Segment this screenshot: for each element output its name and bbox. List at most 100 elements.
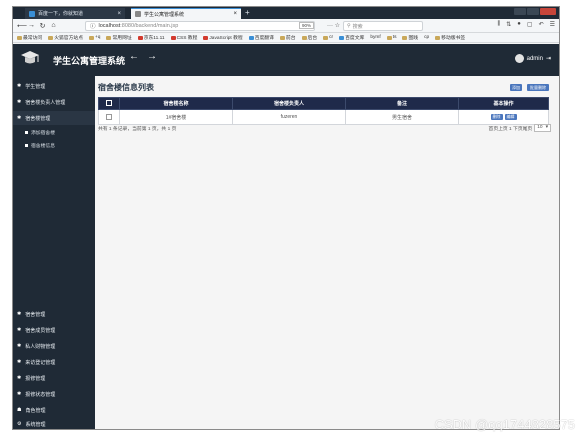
select-all-cell[interactable]: [98, 97, 120, 110]
delete-button[interactable]: 删除: [490, 114, 503, 120]
screenshot-icon[interactable]: ▢: [527, 21, 533, 28]
sidebar-item-dorms[interactable]: ✱ 宿舍管理: [13, 307, 95, 321]
bookmark-item[interactable]: CSS 教程: [170, 34, 198, 41]
sidebar-item-label: 私人财物管理: [25, 343, 56, 350]
back-icon[interactable]: ⟵: [17, 22, 27, 30]
library-icon[interactable]: ⫼: [497, 21, 500, 28]
tab-app[interactable]: 学生公寓管理系统 ×: [131, 8, 241, 19]
bookmark-item[interactable]: 常用网址: [106, 34, 132, 41]
page-size-select[interactable]: 10 ▾: [534, 124, 551, 132]
sidebar-item-repair-status[interactable]: ✱ 报修状态管理: [13, 387, 95, 401]
sidebar-item-building-managers[interactable]: ✱ 宿舍楼负责人管理: [13, 95, 95, 109]
sidebar-sub-building-info[interactable]: 宿舍楼信息: [13, 139, 95, 151]
forward-arrow-icon[interactable]: →: [147, 51, 157, 62]
w3-icon: [203, 35, 209, 40]
bookmark-item[interactable]: JavaScript 教程: [203, 34, 243, 41]
sidebar-item-label: 学生管理: [25, 83, 46, 90]
bookmark-label: 百度文库: [345, 36, 365, 41]
bookmark-label: CSS 教程: [176, 36, 198, 41]
star-icon: ✱: [17, 99, 22, 105]
bookmark-item[interactable]: 前台: [279, 34, 296, 41]
window-controls: [514, 8, 556, 15]
folder-icon: [48, 35, 54, 40]
sidebar-item-property[interactable]: ✱ 私人财物管理: [13, 339, 95, 353]
edit-button[interactable]: 编辑: [504, 114, 517, 120]
logout-icon[interactable]: ⇥: [546, 55, 551, 62]
table-header-row: 宿舍楼名称 宿舍楼负责人 备注 基本操作: [98, 97, 549, 110]
search-input[interactable]: ⚲ 搜索: [343, 21, 423, 31]
menu-icon[interactable]: ☰: [550, 21, 555, 28]
history-nav: ← →: [129, 51, 157, 62]
bookmark-item[interactable]: ts: [386, 35, 396, 40]
bookmark-label: 移动版书签: [441, 36, 466, 41]
page-icon: [135, 11, 141, 17]
close-tab-icon[interactable]: ×: [117, 11, 121, 17]
home-icon[interactable]: ⌂: [50, 22, 57, 29]
row-select-cell[interactable]: [98, 109, 120, 125]
sidebar-item-repairs[interactable]: ✱ 报修管理: [13, 371, 95, 385]
close-tab-icon[interactable]: ×: [233, 11, 237, 17]
building-manager: fuzeren: [232, 109, 346, 125]
sidebar-item-visitors[interactable]: ✱ 来访登记管理: [13, 355, 95, 369]
select-all-checkbox[interactable]: [106, 100, 112, 107]
tab-baidu[interactable]: 百度一下，你就知道 ×: [25, 8, 125, 19]
bookmarks-bar: 最常访问 火狐官方站点 +q 常用网址 京东11.11 CSS 教程 JavaS…: [13, 33, 559, 43]
new-tab-button[interactable]: +: [245, 8, 250, 18]
bookmark-item[interactable]: 火狐官方站点: [48, 34, 83, 41]
star-icon: ✱: [17, 83, 22, 89]
bookmark-item[interactable]: +q: [89, 35, 100, 40]
pager-links[interactable]: 首页上页 1 下页尾页: [489, 125, 533, 132]
sidebar-item-students[interactable]: ✱ 学生管理: [13, 79, 95, 93]
address-bar[interactable]: ⓘ localhost:8080/backend/main.jsp: [85, 21, 315, 31]
sidebar-item-system[interactable]: ⚙ 系统管理: [13, 417, 95, 429]
bookmark-item[interactable]: 图践: [402, 34, 418, 41]
main-content: 宿舍楼信息列表 添加 批量删除 宿舍楼名称 宿舍楼负责人 备注 基本操作 1#宿…: [95, 76, 559, 429]
bookmark-item[interactable]: 百度文库: [339, 34, 364, 41]
sidebar-item-roles[interactable]: ☗ 角色管理: [13, 403, 95, 417]
building-note: 男生宿舍: [345, 109, 459, 125]
watermark: CSDN @qq1744828575: [434, 417, 575, 432]
bookmark-item[interactable]: cp: [424, 35, 429, 40]
nav-bar: ⟵ → ↻ ⌂ ⓘ localhost:8080/backend/main.js…: [13, 19, 559, 33]
zoom-level[interactable]: 90%: [299, 22, 315, 29]
bookmark-item[interactable]: cr: [323, 35, 333, 40]
sidebar-item-buildings[interactable]: ✱ 宿舍楼管理: [13, 111, 95, 125]
undo-icon[interactable]: ↶: [539, 21, 544, 28]
minimize-button[interactable]: [514, 8, 526, 15]
sidebar-item-label: 来访登记管理: [25, 359, 56, 366]
bookmark-label: 最常访问: [23, 36, 43, 41]
building-name: 1#宿舍楼: [119, 109, 233, 125]
gear-icon: [17, 35, 22, 40]
bookmark-item[interactable]: bymf: [370, 35, 380, 40]
column-header: 宿舍楼负责人: [232, 97, 346, 110]
page-actions[interactable]: ··· ☆: [327, 22, 340, 29]
search-placeholder: 搜索: [352, 23, 363, 30]
maximize-button[interactable]: [527, 8, 539, 15]
row-checkbox[interactable]: [106, 113, 112, 120]
bookmark-icon: [279, 35, 285, 40]
chat-icon[interactable]: ●: [517, 21, 521, 28]
sidebar-item-label: 报修管理: [25, 375, 46, 382]
user-menu[interactable]: admin ⇥: [514, 54, 551, 63]
sidebar-sub-add-building[interactable]: 添加宿舍楼: [13, 126, 95, 138]
bullet-icon: [25, 143, 28, 147]
forward-icon[interactable]: →: [28, 22, 35, 29]
bulk-delete-button[interactable]: 批量删除: [527, 84, 549, 91]
username: admin: [526, 55, 543, 62]
bookmark-item[interactable]: 移动版书签: [435, 34, 465, 41]
bookmark-item[interactable]: 京东11.11: [137, 34, 165, 41]
reload-icon[interactable]: ↻: [39, 22, 46, 30]
add-button[interactable]: 添加: [510, 84, 522, 91]
close-window-button[interactable]: [540, 8, 556, 15]
sidebar-item-members[interactable]: ✱ 宿舍成员管理: [13, 323, 95, 337]
sync-icon[interactable]: ⇅: [506, 21, 511, 28]
bookmark-item[interactable]: 最常访问: [17, 34, 42, 41]
page-size-value: 10: [537, 125, 543, 130]
page-title: 宿舍楼信息列表: [98, 83, 154, 92]
bookmark-item[interactable]: 后台: [301, 34, 317, 41]
bookmark-label: 前台: [285, 36, 296, 41]
chevron-down-icon: ▾: [545, 125, 548, 130]
bullet-icon: [25, 130, 28, 134]
back-arrow-icon[interactable]: ←: [129, 51, 139, 62]
bookmark-item[interactable]: 百度翻译: [248, 34, 274, 41]
